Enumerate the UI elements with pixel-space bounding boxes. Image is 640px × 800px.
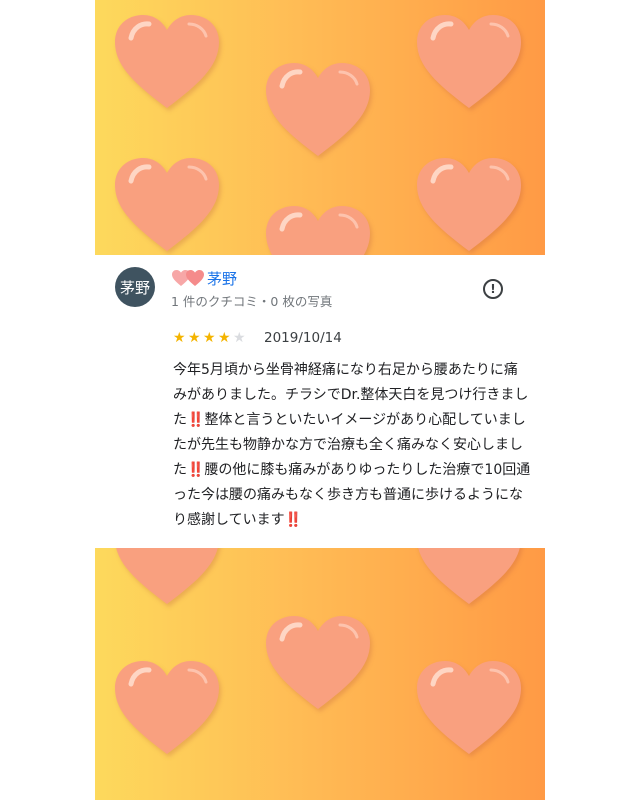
star-icon: ★ <box>233 330 246 346</box>
heart-icon <box>262 613 374 713</box>
star-icon: ★ <box>188 330 201 346</box>
background-top <box>95 0 545 255</box>
avatar[interactable]: 茅野 <box>115 267 155 307</box>
reviewer-name-row: 茅野 <box>171 267 237 289</box>
review-text: 今年5月頃から坐骨神経痛になり右足から腰あたりに痛みがありました。チラシでDr.… <box>173 358 531 533</box>
heart-icon <box>111 155 223 255</box>
star-icon: ★ <box>218 330 231 346</box>
heart-icon <box>413 658 525 758</box>
double-exclamation-icon: ‼️ <box>187 462 204 478</box>
double-exclamation-icon: ‼️ <box>284 512 302 528</box>
review-meta[interactable]: 1 件のクチコミ・0 枚の写真 <box>171 291 332 310</box>
star-rating: ★ ★ ★ ★ ★ <box>173 331 248 345</box>
heart-icon <box>111 12 223 112</box>
reviewer-name[interactable]: 茅野 <box>207 268 237 289</box>
report-icon[interactable]: ! <box>483 279 503 299</box>
star-icon: ★ <box>173 330 186 346</box>
heart-icon <box>413 548 525 608</box>
double-exclamation-icon: ‼️ <box>187 412 204 428</box>
background-bottom <box>95 548 545 800</box>
review-date: 2019/10/14 <box>264 330 342 346</box>
review-card: 茅野 茅野 1 件のクチコミ・0 枚の写真 ! ★ ★ ★ ★ ★ 2019/10/14… <box>95 255 545 548</box>
heart-icon <box>111 658 223 758</box>
star-icon: ★ <box>203 330 216 346</box>
rating-row: ★ ★ ★ ★ ★ 2019/10/14 <box>173 328 342 348</box>
heart-icon <box>413 12 525 112</box>
review-text-part: 腰の他に膝も痛みがありゆったりした治療で10回通った今は腰の痛みもなく歩き方も普… <box>173 462 531 528</box>
heart-icon <box>262 60 374 160</box>
heart-icon <box>262 203 374 255</box>
heart-icon <box>413 155 525 255</box>
heart-icon <box>111 548 223 608</box>
two-hearts-icon <box>171 269 205 287</box>
